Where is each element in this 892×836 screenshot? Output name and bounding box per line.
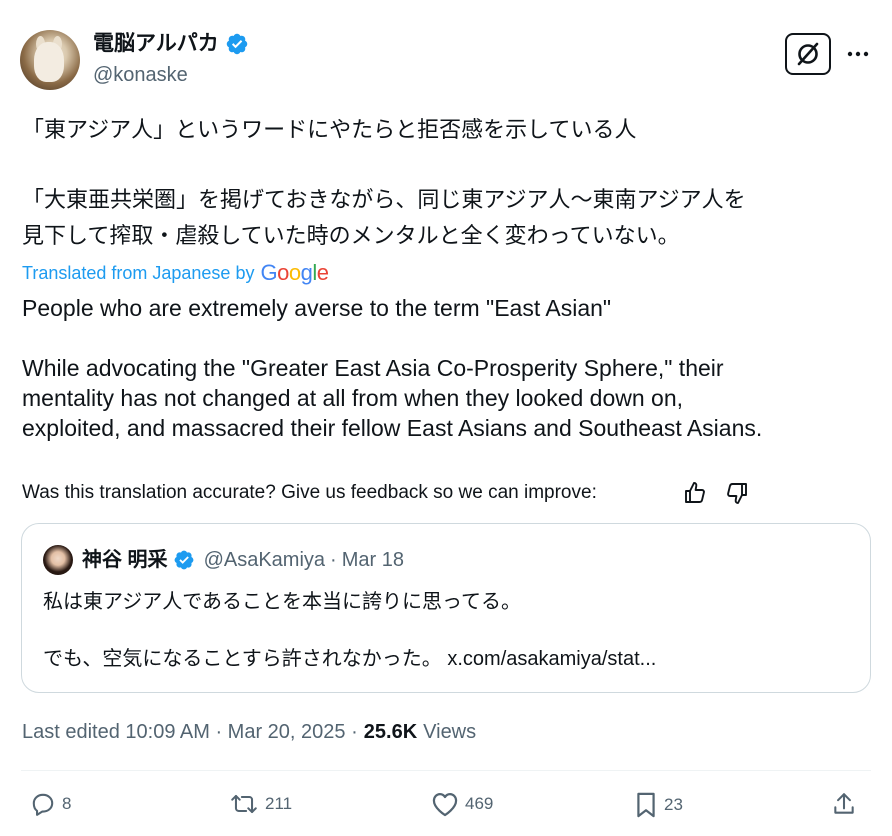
translated-text-line-1: People who are extremely averse to the t… xyxy=(22,295,612,321)
translation-feedback-text: Was this translation accurate? Give us f… xyxy=(22,482,597,503)
share-icon xyxy=(834,793,854,814)
quoted-author-handle: @AsaKamiya xyxy=(203,549,326,571)
share-button[interactable] xyxy=(831,791,857,817)
tweet-text-jp-line-3: 見下して搾取・虐殺していた時のメンタルと全く変わっていない。 xyxy=(22,223,680,248)
quoted-author-avatar xyxy=(43,545,73,575)
like-count: 469 xyxy=(465,794,494,813)
grok-icon xyxy=(797,42,819,66)
reply-button[interactable]: 8 xyxy=(30,791,71,817)
like-button[interactable]: 469 xyxy=(431,791,493,817)
avatar-face xyxy=(34,42,64,82)
quoted-tweet[interactable]: 神谷 明采 @AsaKamiya · Mar 18 私は東アジア人であることを本… xyxy=(21,523,871,693)
views-count: 25.6K xyxy=(363,721,418,743)
reply-count: 8 xyxy=(62,794,72,813)
repost-button[interactable]: 211 xyxy=(229,791,292,817)
actions-divider xyxy=(21,770,871,771)
bookmark-icon xyxy=(637,792,655,818)
quoted-date: Mar 18 xyxy=(341,549,404,571)
thumbs-down-icon xyxy=(727,483,747,504)
tweet-meta: Last edited 10:09 AM · Mar 20, 2025 · 25… xyxy=(22,718,476,746)
translated-text-line-4: exploited, and massacred their fellow Ea… xyxy=(22,415,763,441)
quoted-text-line-2: でも、空気になることすら許されなかった。 x.com/asakamiya/sta… xyxy=(43,648,657,670)
quoted-author-name: 神谷 明采 xyxy=(82,549,168,571)
google-logo: Google xyxy=(260,260,329,285)
author-name-row: 電脳アルパカ xyxy=(93,30,249,58)
thumbs-up-button[interactable] xyxy=(681,479,709,507)
reply-icon xyxy=(32,793,54,816)
tweet-text-jp-line-2: 「大東亜共栄圏」を掲げておきながら、同じ東アジア人〜東南アジア人を xyxy=(22,187,746,212)
quoted-author-row: 神谷 明采 @AsaKamiya · Mar 18 xyxy=(82,546,404,574)
author-avatar[interactable] xyxy=(20,30,80,90)
more-options-button[interactable] xyxy=(842,38,874,70)
translated-text-line-2: While advocating the "Greater East Asia … xyxy=(22,355,724,381)
repost-icon xyxy=(231,794,257,814)
quoted-separator: · xyxy=(330,549,337,571)
verified-badge-icon xyxy=(226,33,248,55)
bookmark-count: 23 xyxy=(664,795,683,814)
heart-icon xyxy=(432,792,458,817)
more-dots-icon xyxy=(847,51,869,57)
author-display-name[interactable]: 電脳アルパカ xyxy=(93,30,219,58)
quoted-text-line-1: 私は東アジア人であることを本当に誇りに思ってる。 xyxy=(43,591,521,613)
translation-feedback: Was this translation accurate? Give us f… xyxy=(22,480,597,506)
repost-count: 211 xyxy=(265,794,293,813)
quoted-verified-badge-icon xyxy=(174,550,193,570)
author-handle[interactable]: @konaske xyxy=(93,62,188,88)
translated-label: Translated from Japanese by xyxy=(22,263,255,283)
bookmark-button[interactable]: 23 xyxy=(634,791,683,819)
tweet-text-jp-line-1: 「東アジア人」というワードにやたらと拒否感を示している人 xyxy=(22,117,637,142)
thumbs-up-icon xyxy=(685,482,705,503)
edited-timestamp[interactable]: Last edited 10:09 AM · Mar 20, 2025 · xyxy=(22,718,358,746)
grok-button[interactable] xyxy=(785,33,831,75)
translated-text-line-3: mentality has not changed at all from wh… xyxy=(22,385,684,411)
translation-attribution[interactable]: Translated from Japanese by Google xyxy=(22,260,329,286)
views-label: Views xyxy=(423,721,477,743)
thumbs-down-button[interactable] xyxy=(723,479,751,507)
